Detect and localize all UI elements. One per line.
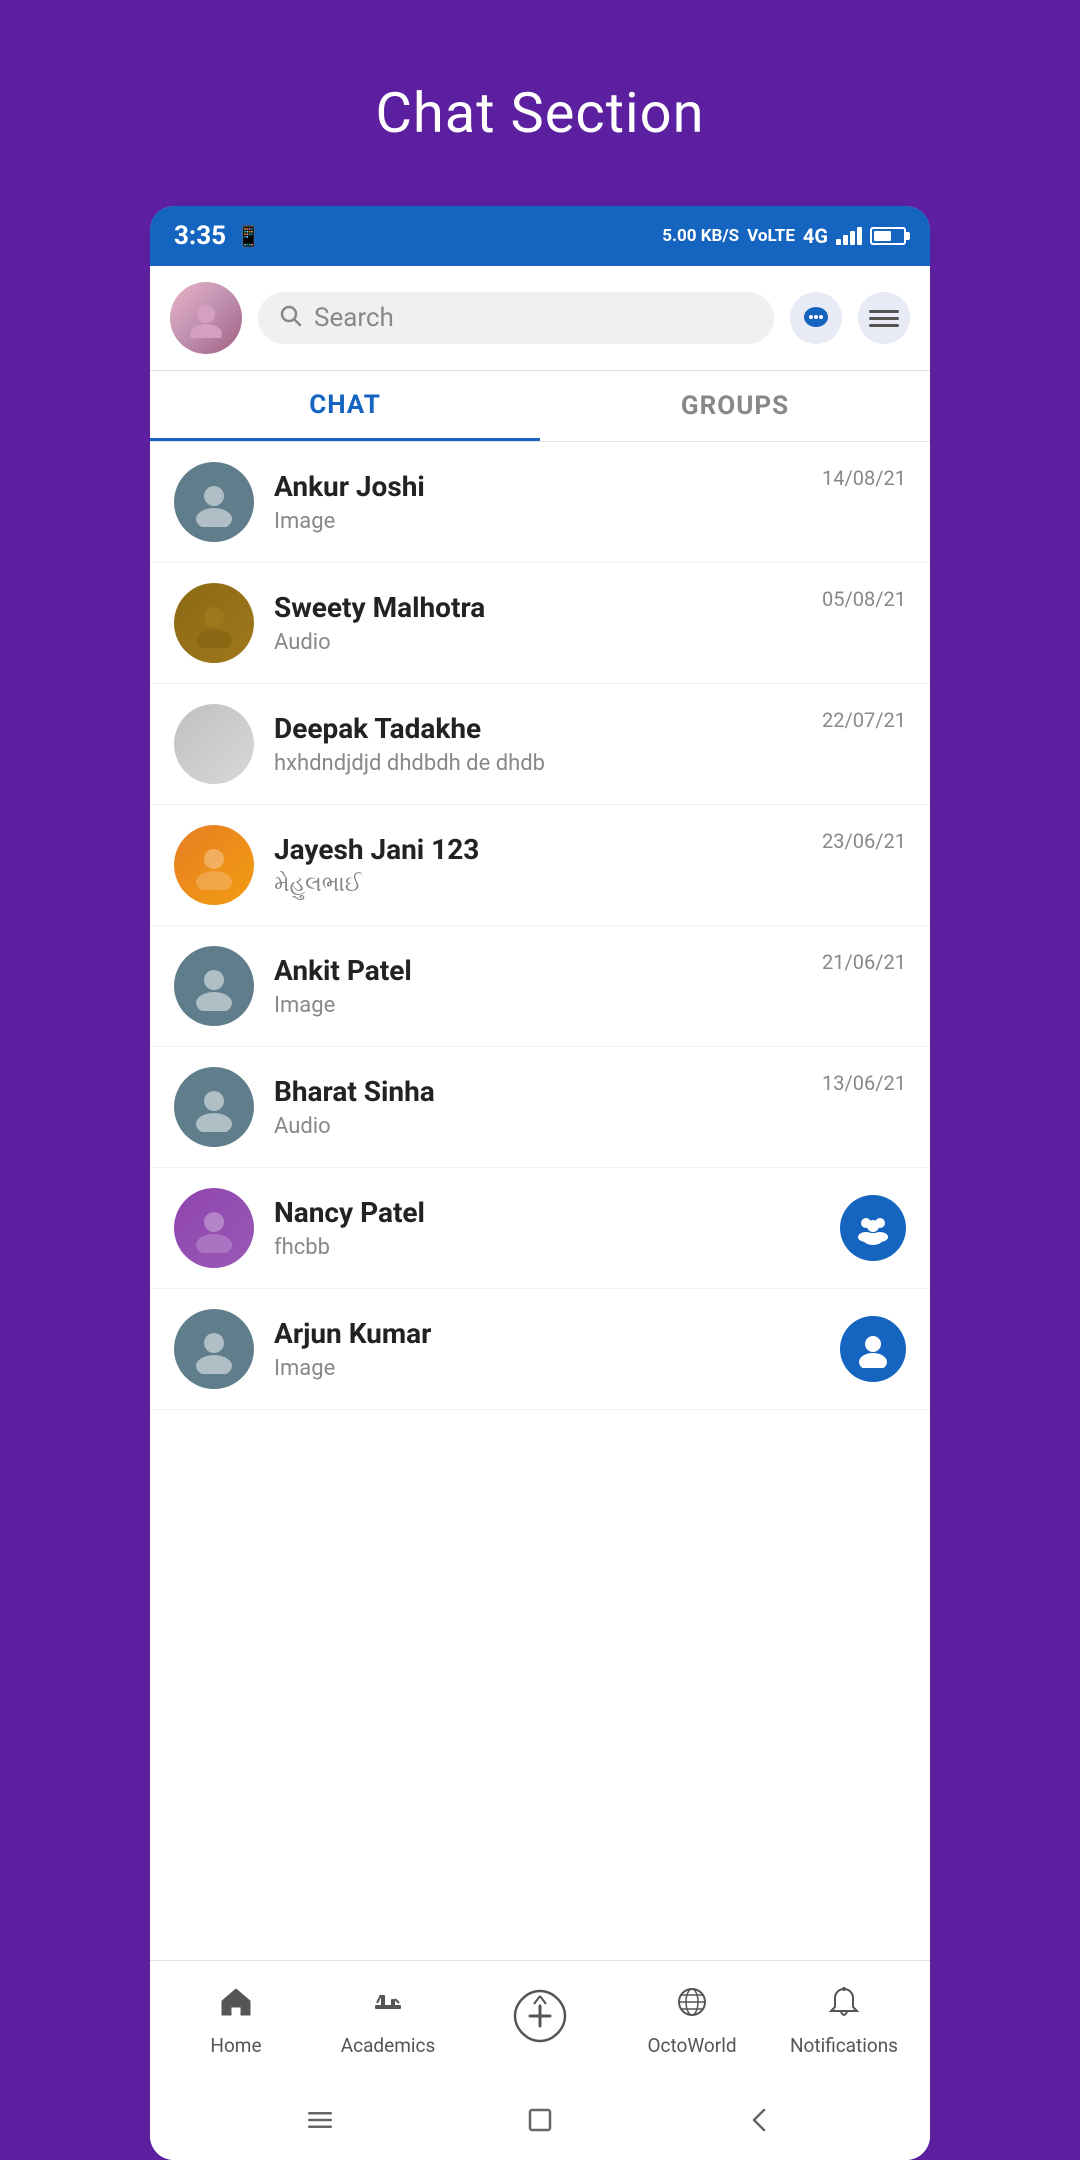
sim-icon: 📱 [236,224,261,248]
add-badge-icon [510,1986,570,2055]
search-bar[interactable]: Search [258,292,774,344]
chat-name: Ankit Patel [274,954,802,987]
signal-bar-3 [850,231,855,245]
chat-preview: hxhdndjdjd dhdbdh de dhdb [274,751,802,776]
chat-info: Bharat Sinha Audio [274,1075,802,1139]
chat-avatar [174,704,254,784]
nav-home-button[interactable] [520,2100,560,2140]
status-bar-left: 3:35 📱 [174,221,261,251]
nav-notifications-label: Notifications [790,2034,898,2057]
chat-info: Ankit Patel Image [274,954,802,1018]
chat-time: 14/08/21 [822,466,906,490]
chat-avatar [174,946,254,1026]
chat-info: Sweety Malhotra Audio [274,591,802,655]
academics-icon [371,1985,405,2028]
tab-chat[interactable]: CHAT [150,371,540,441]
chat-item[interactable]: Jayesh Jani 123 મેહુલભાઈ 23/06/21 [150,805,930,926]
chat-time: 23/06/21 [822,829,906,853]
chat-time: 21/06/21 [822,950,906,974]
group-fab-button[interactable] [840,1195,906,1261]
nav-academics-label: Academics [341,2034,436,2057]
chat-info: Deepak Tadakhe hxhdndjdjd dhdbdh de dhdb [274,712,802,776]
chat-avatar [174,1188,254,1268]
chat-item[interactable]: Nancy Patel fhcbb [150,1168,930,1289]
app-header: Search [150,266,930,371]
nav-octoworld-label: OctoWorld [647,2034,736,2057]
chat-info: Nancy Patel fhcbb [274,1196,820,1260]
chat-name: Nancy Patel [274,1196,820,1229]
chat-name: Deepak Tadakhe [274,712,802,745]
bottom-nav: Home Academics [150,1960,930,2080]
chat-avatar [174,1067,254,1147]
signal-bar-1 [836,239,841,245]
network-type: 4G [803,224,828,248]
chat-name: Ankur Joshi [274,470,802,503]
battery-fill [874,231,891,241]
status-bar-right: 5.00 KB/S VoLTE 4G [662,224,906,248]
nav-item-octoworld[interactable]: OctoWorld [616,1985,768,2057]
phone-frame: 3:35 📱 5.00 KB/S VoLTE 4G [150,206,930,2160]
nav-item-academics[interactable]: Academics [312,1985,464,2057]
nav-item-home[interactable]: Home [160,1985,312,2057]
signal-bar-2 [843,235,848,245]
network-speed: 5.00 KB/S [662,227,739,246]
chat-avatar [174,1309,254,1389]
chat-time: 05/08/21 [822,587,906,611]
chat-preview: fhcbb [274,1235,820,1260]
chat-preview: Image [274,993,802,1018]
chat-avatar [174,462,254,542]
signal-bar-4 [857,227,862,245]
chat-info: Ankur Joshi Image [274,470,802,534]
bell-icon [827,1985,861,2028]
chat-name: Arjun Kumar [274,1317,820,1350]
search-icon [278,303,302,333]
chat-preview: Image [274,509,802,534]
menu-button[interactable] [858,292,910,344]
user-profile-avatar[interactable] [170,282,242,354]
chat-name: Jayesh Jani 123 [274,833,802,866]
nav-menu-button[interactable] [300,2100,340,2140]
avatar-image [170,282,242,354]
chat-item[interactable]: Ankit Patel Image 21/06/21 [150,926,930,1047]
tab-groups[interactable]: GROUPS [540,371,930,441]
status-time: 3:35 [174,221,226,251]
chat-avatar [174,583,254,663]
chat-info: Arjun Kumar Image [274,1317,820,1381]
volte-label: VoLTE [747,226,795,246]
nav-item-notifications[interactable]: Notifications [768,1985,920,2057]
chat-name: Bharat Sinha [274,1075,802,1108]
chat-item[interactable]: Deepak Tadakhe hxhdndjdjd dhdbdh de dhdb… [150,684,930,805]
search-placeholder: Search [314,303,394,333]
page-title: Chat Section [375,80,704,146]
nav-home-label: Home [210,2034,261,2057]
home-icon [219,1985,253,2028]
chat-item[interactable]: Bharat Sinha Audio 13/06/21 [150,1047,930,1168]
chat-preview: Audio [274,630,802,655]
chat-info: Jayesh Jani 123 મેહુલભાઈ [274,833,802,897]
person-fab-button[interactable] [840,1316,906,1382]
tabs-bar: CHAT GROUPS [150,371,930,442]
signal-bars [836,227,862,245]
nav-back-button[interactable] [740,2100,780,2140]
chat-avatar [174,825,254,905]
chat-item[interactable]: Arjun Kumar Image [150,1289,930,1410]
chat-bubble-button[interactable] [790,292,842,344]
chat-preview: Audio [274,1114,802,1139]
chat-preview: મેહુલભાઈ [274,872,802,897]
status-bar: 3:35 📱 5.00 KB/S VoLTE 4G [150,206,930,266]
nav-item-add[interactable] [464,1986,616,2055]
chat-list: Ankur Joshi Image 14/08/21 Sweety Malhot… [150,442,930,1960]
chat-time: 13/06/21 [822,1071,906,1095]
battery-icon [870,227,906,245]
globe-icon [675,1985,709,2028]
chat-item[interactable]: Ankur Joshi Image 14/08/21 [150,442,930,563]
chat-preview: Image [274,1356,820,1381]
chat-item[interactable]: Sweety Malhotra Audio 05/08/21 [150,563,930,684]
chat-time: 22/07/21 [822,708,906,732]
system-nav [150,2080,930,2160]
chat-name: Sweety Malhotra [274,591,802,624]
